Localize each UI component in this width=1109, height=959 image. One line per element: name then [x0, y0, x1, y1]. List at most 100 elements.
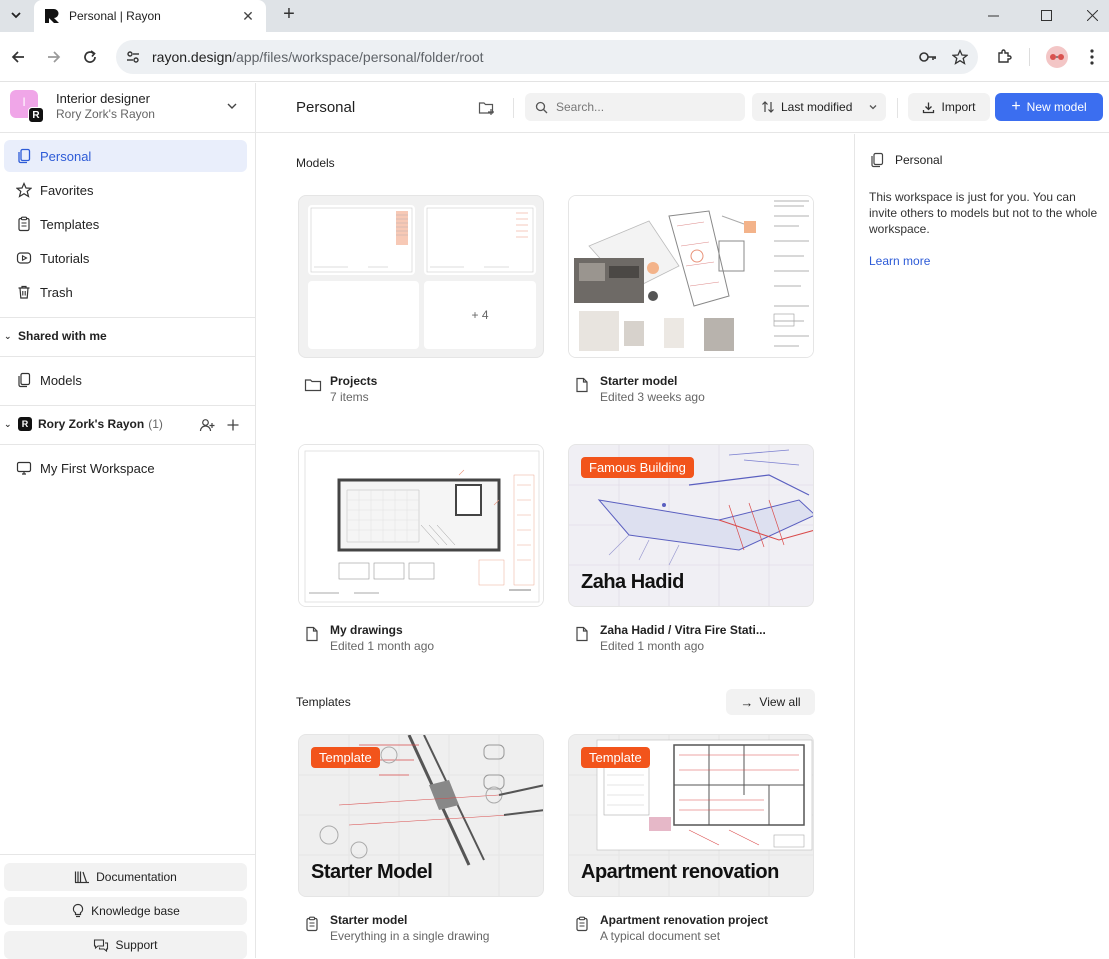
profile-button[interactable]: [1043, 43, 1071, 71]
chevron-down-icon: [11, 12, 21, 19]
sidebar-item-personal[interactable]: Personal: [4, 140, 247, 172]
workspace-name: Interior designer: [56, 91, 150, 106]
card-caption: Apartment renovation: [581, 861, 779, 883]
files-icon: [18, 372, 31, 388]
template-tag: Template: [581, 747, 650, 768]
workspace-switcher[interactable]: I R Interior designer Rory Zork's Rayon: [0, 83, 255, 133]
folder-plus-icon: [478, 102, 494, 115]
header-separator: [513, 98, 514, 118]
projects-folder-thumbnail[interactable]: + 4: [298, 195, 544, 358]
clipboard-icon: [576, 916, 588, 932]
clipboard-icon: [306, 916, 318, 932]
templates-section-title: Templates: [296, 695, 351, 709]
shared-section-header[interactable]: ⌄ Shared with me: [4, 324, 251, 348]
glasses-icon: [1050, 54, 1064, 60]
new-folder-button[interactable]: [476, 97, 498, 119]
details-title-text: Personal: [895, 153, 943, 167]
my-drawings-thumbnail[interactable]: [298, 444, 544, 607]
famous-building-tag: Famous Building: [581, 457, 694, 478]
folder-icon: [304, 379, 322, 392]
starter-template-thumbnail[interactable]: Template Starter Model: [298, 734, 544, 897]
starter-template-info[interactable]: Starter model Everything in a single dra…: [298, 913, 544, 947]
url-text: rayon.design/app/files/workspace/persona…: [152, 49, 914, 65]
download-icon: [923, 102, 935, 113]
plus-icon: +: [1011, 98, 1021, 115]
team-badge: R: [18, 417, 32, 431]
window-close-button[interactable]: [1069, 0, 1109, 30]
import-label: Import: [941, 100, 976, 114]
card-name: Starter model: [330, 913, 408, 927]
site-info-icon[interactable]: [122, 46, 144, 68]
browser-tab[interactable]: Personal | Rayon ✕: [34, 0, 266, 32]
sidebar-item-label: Personal: [40, 148, 92, 164]
main-content: Models + 4 Projects 7 items Starter mode…: [256, 134, 854, 958]
invite-member-button[interactable]: [198, 416, 216, 434]
tab-search-button[interactable]: [4, 3, 28, 27]
card-meta: Edited 1 month ago: [330, 639, 435, 653]
documentation-button[interactable]: Documentation: [4, 863, 247, 891]
files-icon: [18, 148, 31, 164]
apartment-template-thumbnail[interactable]: Template Apartment renovation: [568, 734, 814, 897]
shared-section-label: Shared with me: [18, 329, 107, 343]
back-button[interactable]: [4, 43, 32, 71]
import-button[interactable]: Import: [908, 93, 990, 121]
browser-menu-button[interactable]: [1078, 43, 1106, 71]
extensions-button[interactable]: [990, 43, 1018, 71]
projects-folder-info[interactable]: Projects 7 items: [298, 374, 544, 408]
minimize-button[interactable]: [970, 0, 1016, 30]
file-icon: [576, 377, 588, 393]
sidebar-item-templates[interactable]: Templates: [4, 208, 247, 240]
kebab-menu-icon: [1090, 49, 1094, 65]
sidebar-item-my-first-workspace[interactable]: My First Workspace: [4, 452, 247, 484]
arrow-left-icon: [11, 51, 24, 63]
rayon-favicon-icon: [45, 9, 59, 23]
caret-down-icon: ⌄: [4, 330, 12, 341]
content-header: Personal Last modified Import + New mode…: [256, 83, 1109, 133]
maximize-button[interactable]: [1023, 0, 1069, 30]
password-key-icon[interactable]: [914, 43, 942, 71]
minimize-icon: [987, 15, 999, 16]
documentation-label: Documentation: [96, 870, 177, 884]
plus-icon: [227, 419, 239, 431]
zaha-hadid-thumbnail[interactable]: Famous Building Zaha Hadid: [568, 444, 814, 607]
sidebar-item-tutorials[interactable]: Tutorials: [4, 242, 247, 274]
file-icon: [576, 626, 588, 642]
star-icon: [16, 182, 32, 198]
new-model-button[interactable]: + New model: [995, 93, 1103, 121]
search-box[interactable]: [525, 93, 745, 121]
support-button[interactable]: Support: [4, 931, 247, 959]
browser-toolbar: rayon.design/app/files/workspace/persona…: [0, 32, 1109, 82]
starter-model-info[interactable]: Starter model Edited 3 weeks ago: [568, 374, 814, 408]
reload-button[interactable]: [76, 43, 104, 71]
sidebar-item-label: Templates: [40, 216, 100, 232]
card-meta: Everything in a single drawing: [330, 929, 490, 943]
drawing-preview-image: [426, 207, 534, 273]
search-icon: [535, 101, 548, 113]
my-drawings-info[interactable]: My drawings Edited 1 month ago: [298, 623, 544, 657]
apartment-template-info[interactable]: Apartment renovation project A typical d…: [568, 913, 814, 947]
team-section-header[interactable]: ⌄ R Rory Zork's Rayon (1): [4, 412, 251, 436]
support-label: Support: [115, 938, 158, 952]
address-bar[interactable]: rayon.design/app/files/workspace/persona…: [116, 40, 978, 74]
sidebar-divider: [0, 356, 255, 357]
add-workspace-button[interactable]: [224, 416, 242, 434]
new-tab-button[interactable]: +: [278, 4, 300, 26]
knowledge-base-button[interactable]: Knowledge base: [4, 897, 247, 925]
starter-model-thumbnail[interactable]: [568, 195, 814, 358]
zaha-hadid-info[interactable]: Zaha Hadid / Vitra Fire Stati... Edited …: [568, 623, 814, 657]
workspace-description: This workspace is just for you. You can …: [869, 190, 1098, 236]
view-all-button[interactable]: → View all: [726, 689, 815, 715]
sidebar-item-shared-models[interactable]: Models: [4, 364, 247, 396]
forward-button[interactable]: [40, 43, 68, 71]
page-title: Personal: [296, 99, 356, 116]
models-section-title: Models: [296, 156, 335, 170]
sort-dropdown[interactable]: Last modified: [752, 93, 886, 121]
learn-more-link[interactable]: Learn more: [869, 254, 930, 268]
sidebar-item-trash[interactable]: Trash: [4, 276, 247, 308]
bookmark-star-icon[interactable]: [946, 43, 974, 71]
header-separator: [897, 98, 898, 118]
search-input[interactable]: [556, 100, 736, 114]
sidebar-item-favorites[interactable]: Favorites: [4, 174, 247, 206]
tab-close-icon[interactable]: ✕: [240, 8, 256, 25]
sort-label: Last modified: [781, 100, 853, 114]
